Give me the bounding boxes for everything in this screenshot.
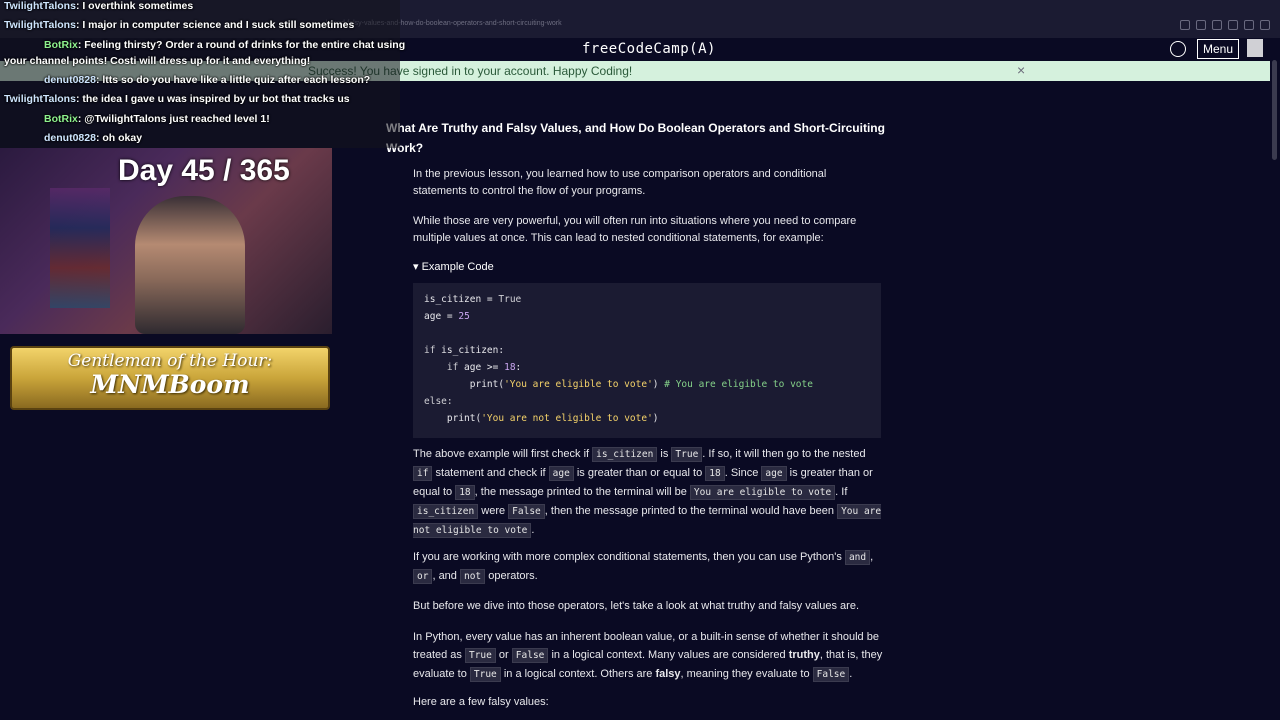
day-counter: Day 45 / 365: [118, 154, 290, 187]
page-scrollbar[interactable]: [1272, 60, 1277, 160]
webcam-feed: Day 45 / 365: [0, 148, 332, 334]
code-line: is_citizen = True: [424, 294, 522, 305]
chat-message: BotRix: @TwilightTalons just reached lev…: [44, 113, 270, 125]
code-block: is_citizen = True age = 25 if is_citizen…: [413, 283, 881, 438]
code-inline: False: [511, 648, 549, 663]
code-inline: True: [671, 447, 703, 462]
chat-message: TwilightTalons: I overthink sometimes: [4, 0, 194, 12]
code-line: if is_citizen:: [424, 345, 505, 356]
globe-icon[interactable]: [1170, 41, 1186, 57]
chat-message: BotRix: Feeling thirsty? Order a round o…: [44, 39, 406, 51]
code-inline: 18: [455, 485, 475, 500]
streamer: [135, 196, 245, 334]
code-line: else:: [424, 396, 453, 407]
chat-message: denut0828: ltts so do you have like a li…: [44, 74, 371, 86]
chat-message: TwilightTalons: the idea I gave u was in…: [4, 93, 350, 105]
extensions-icon[interactable]: [1260, 20, 1270, 30]
chat-message: your channel points! Costi will dress up…: [4, 55, 311, 67]
lesson-header: What Are Truthy and Falsy Values, and Ho…: [386, 118, 906, 158]
code-inline: True: [464, 648, 496, 663]
zoom-icon[interactable]: [1180, 20, 1190, 30]
code-line: print('You are not eligible to vote'): [424, 413, 659, 424]
browser-icons: [1180, 20, 1270, 30]
code-inline: and: [844, 550, 871, 565]
chat-message: TwilightTalons: I major in computer scie…: [4, 19, 355, 31]
banner-name: MNMBoom: [90, 370, 250, 399]
code-inline: or: [413, 569, 433, 584]
avatar[interactable]: [1247, 39, 1263, 57]
share-icon[interactable]: [1228, 20, 1238, 30]
code-line: if age >= 18:: [424, 362, 522, 373]
paragraph-truthy: In Python, every value has an inherent b…: [413, 631, 883, 682]
chat-overlay: TwilightTalons: I overthink sometimes Tw…: [0, 0, 405, 148]
heart-icon[interactable]: [1244, 20, 1254, 30]
banner-title: Gentleman of the Hour:: [67, 351, 273, 371]
chat-message: denut0828: oh okay: [44, 132, 143, 144]
code-inline: False: [812, 667, 850, 682]
bookmark-icon[interactable]: [1212, 20, 1222, 30]
paragraph-truthy-intro: But before we dive into those operators,…: [413, 600, 860, 612]
close-icon[interactable]: ×: [1017, 62, 1025, 78]
code-inline: False: [508, 504, 545, 519]
menu-button[interactable]: Menu: [1197, 39, 1239, 59]
paragraph-intro: In the previous lesson, you learned how …: [413, 168, 827, 197]
code-inline: age: [548, 466, 574, 481]
background-shelf: [50, 188, 110, 308]
example-code-toggle[interactable]: ▾ Example Code: [413, 260, 494, 273]
search-icon[interactable]: [1196, 20, 1206, 30]
page-title: What Are Truthy and Falsy Values, and Ho…: [386, 121, 885, 155]
code-inline: is_citizen: [413, 504, 479, 519]
code-inline: age: [761, 466, 787, 481]
code-inline: if: [413, 466, 433, 481]
code-inline: True: [469, 667, 501, 682]
paragraph-nested: While those are very powerful, you will …: [413, 215, 857, 244]
code-inline: 18: [705, 466, 725, 481]
paragraph-explanation: The above example will first check if is…: [413, 447, 882, 538]
code-inline: is_citizen: [592, 447, 658, 462]
fcc-logo[interactable]: freeCodeCamp(A): [582, 41, 716, 57]
award-banner: Gentleman of the Hour: MNMBoom: [10, 346, 330, 410]
stream-overlay: TwilightTalons: I overthink sometimes Tw…: [0, 0, 405, 720]
code-line: age = 25: [424, 311, 470, 322]
paragraph-falsy-list: Here are a few falsy values:: [413, 696, 549, 708]
code-inline: You are eligible to vote: [689, 485, 836, 500]
code-line: print('You are eligible to vote') # You …: [424, 379, 813, 390]
code-inline: not: [459, 569, 486, 584]
paragraph-operators: If you are working with more complex con…: [413, 550, 874, 584]
